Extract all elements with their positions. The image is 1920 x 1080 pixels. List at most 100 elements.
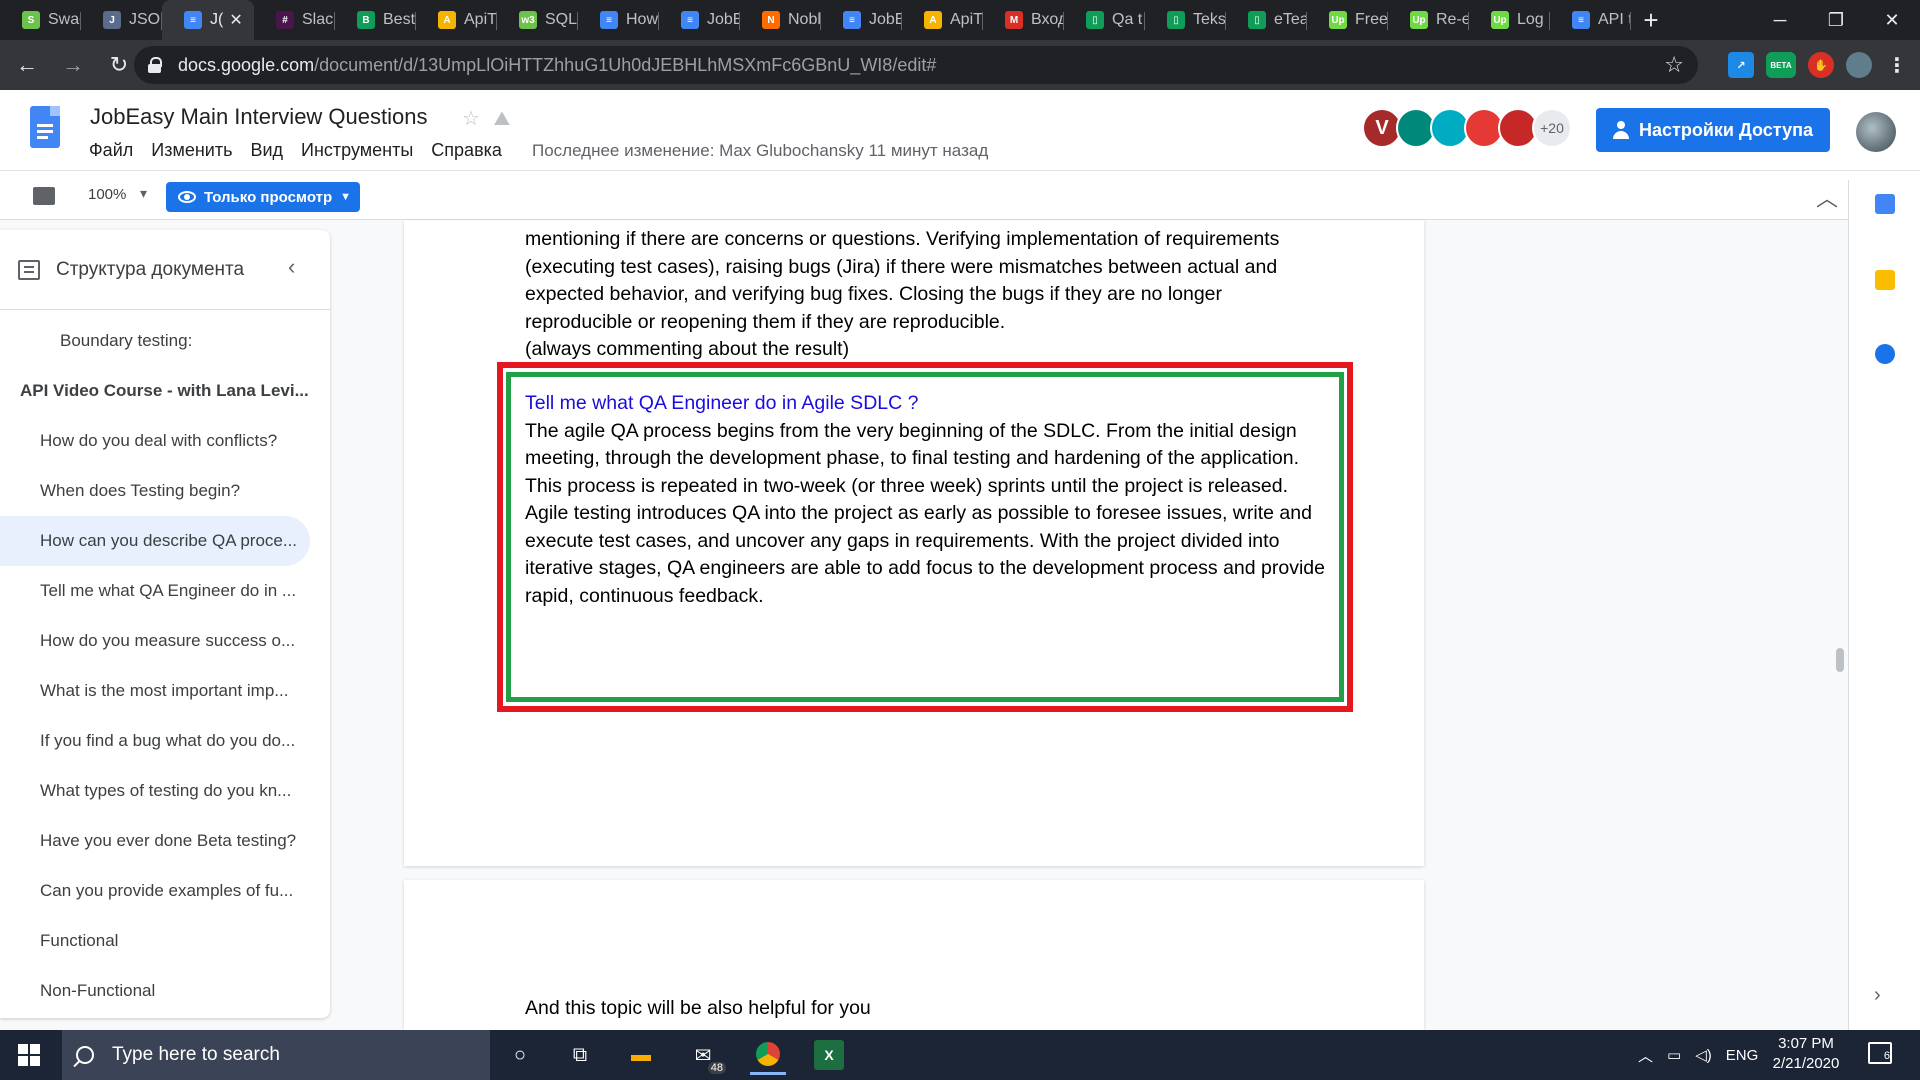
account-avatar[interactable] [1856, 112, 1896, 152]
outline-item[interactable]: When does Testing begin? [0, 466, 330, 516]
restore-icon[interactable]: ❐ [1808, 0, 1864, 40]
outline-item[interactable]: Have you ever done Beta testing? [0, 816, 330, 866]
menu-edit[interactable]: Изменить [151, 140, 232, 161]
scrollbar-thumb[interactable] [1836, 648, 1844, 672]
browser-tab[interactable]: A ApiT [416, 0, 497, 40]
windows-start-icon[interactable] [18, 1044, 40, 1066]
menu-tools[interactable]: Инструменты [301, 140, 413, 161]
outline-item[interactable]: How do you deal with conflicts? [0, 416, 330, 466]
minimize-icon[interactable]: ─ [1752, 0, 1808, 40]
more-collaborators-badge[interactable]: +20 [1532, 108, 1572, 148]
cortana-icon[interactable]: ○ [505, 1040, 535, 1070]
browser-tab[interactable]: # Slack [254, 0, 335, 40]
outline-item[interactable]: Can you provide examples of fu... [0, 866, 330, 916]
outline-item[interactable]: API Video Course - with Lana Levi... [0, 366, 330, 416]
tab-title: ApiT [464, 11, 497, 28]
outline-item[interactable]: Boundary testing: [0, 316, 330, 366]
outline-item[interactable]: How do you measure success o... [0, 616, 330, 666]
zoom-select[interactable]: 100% [88, 186, 126, 203]
menu-view[interactable]: Вид [250, 140, 283, 161]
question-heading[interactable]: Tell me what QA Engineer do in Agile SDL… [525, 390, 1325, 418]
network-icon[interactable]: ▭ [1667, 1046, 1681, 1064]
chevron-down-icon[interactable]: ▾ [140, 185, 147, 202]
clock[interactable]: 3:07 PM 2/21/2020 [1764, 1034, 1848, 1074]
browser-tab[interactable]: ≡ How [578, 0, 659, 40]
tab-close-icon[interactable]: ✕ [229, 10, 242, 30]
outline-item[interactable]: What types of testing do you kn... [0, 766, 330, 816]
profile-avatar[interactable] [1846, 52, 1872, 78]
browser-tab[interactable]: w3 SQL [497, 0, 578, 40]
keep-icon[interactable] [1875, 270, 1895, 290]
browser-tab[interactable]: Up Freel [1307, 0, 1388, 40]
chevron-left-icon[interactable]: ‹ [288, 254, 295, 280]
calendar-icon[interactable] [1875, 194, 1895, 214]
browser-tab[interactable]: J JSON [81, 0, 162, 40]
outline-item[interactable]: If you find a bug what do you do... [0, 716, 330, 766]
kebab-menu-icon[interactable]: ⋮ [1884, 52, 1910, 78]
address-bar[interactable]: docs.google.com/document/d/13UmpLlOiHTTZ… [134, 46, 1698, 84]
share-button[interactable]: Настройки Доступа [1596, 108, 1830, 152]
browser-tab[interactable]: ▯ Qa t [1064, 0, 1145, 40]
tab-title: API t [1598, 11, 1631, 28]
collaborator-avatars: V +20 [1362, 108, 1572, 148]
chevron-up-tray-icon[interactable]: ︿ [1638, 1045, 1653, 1066]
language-indicator[interactable]: ENG [1726, 1047, 1759, 1064]
docs-logo-icon[interactable] [30, 106, 60, 148]
extension-beta-icon[interactable]: BETA [1766, 52, 1796, 78]
tab-favicon-icon: ▯ [1167, 11, 1185, 29]
caret-down-icon: ▼ [340, 191, 352, 203]
outline-item[interactable]: How can you describe QA proce... [0, 516, 310, 566]
browser-tab[interactable]: ≡ JobE [659, 0, 740, 40]
browser-tab[interactable]: Up Log [1469, 0, 1550, 40]
tab-title: Slack [302, 11, 335, 28]
menu-file[interactable]: Файл [89, 140, 133, 161]
browser-tab[interactable]: M Вход [983, 0, 1064, 40]
bookmark-star-icon[interactable]: ☆ [1664, 52, 1684, 78]
chevron-up-icon[interactable]: ︿ [1816, 181, 1838, 213]
view-mode-button[interactable]: Только просмотр ▼ [166, 182, 360, 212]
excel-icon[interactable]: X [814, 1040, 844, 1070]
document-title[interactable]: JobEasy Main Interview Questions [90, 104, 428, 130]
taskbar: Type here to search ○ ⧉ ▬ ✉ 48 X ︿ ▭ ◁) E… [0, 1030, 1920, 1080]
browser-tab[interactable]: B Best [335, 0, 416, 40]
task-view-icon[interactable]: ⧉ [565, 1040, 595, 1070]
reload-icon[interactable]: ↻ [100, 46, 138, 84]
print-icon[interactable] [33, 187, 55, 205]
outline-item[interactable]: Non-Functional [0, 966, 330, 1016]
browser-tab[interactable]: ▯ eTea [1226, 0, 1307, 40]
browser-tab[interactable]: ≡ JobE [821, 0, 902, 40]
browser-tab[interactable]: A ApiT [902, 0, 983, 40]
forward-arrow-icon[interactable]: → [54, 46, 92, 84]
extension-shield-icon[interactable]: ✋ [1808, 52, 1834, 78]
taskbar-search[interactable]: Type here to search [62, 1030, 490, 1080]
outline-item[interactable]: What is the most important imp... [0, 666, 330, 716]
tasks-icon[interactable] [1875, 344, 1895, 364]
lock-icon [148, 57, 162, 73]
browser-tab[interactable]: ▯ Tekst [1145, 0, 1226, 40]
chrome-icon[interactable] [750, 1035, 786, 1075]
browser-tab[interactable]: Up Re-e [1388, 0, 1469, 40]
star-icon[interactable]: ☆ [462, 108, 480, 130]
outline-item[interactable]: Functional [0, 916, 330, 966]
volume-icon[interactable]: ◁) [1695, 1046, 1712, 1064]
drive-icon[interactable]: ⛰ [494, 108, 511, 130]
clock-time: 3:07 PM [1778, 1035, 1834, 1052]
notification-icon[interactable]: 6 [1868, 1042, 1892, 1064]
menu-help[interactable]: Справка [431, 140, 502, 161]
chevron-right-icon[interactable]: › [1874, 984, 1881, 1007]
tab-favicon-icon: Up [1410, 11, 1428, 29]
extension-share-icon[interactable]: ↗ [1728, 52, 1754, 78]
last-edit-link[interactable]: Последнее изменение: Max Glubochansky 11… [532, 141, 988, 161]
tab-title: JSON [129, 11, 162, 28]
new-tab-button[interactable]: + [1631, 0, 1671, 40]
file-explorer-icon[interactable]: ▬ [626, 1040, 656, 1070]
back-arrow-icon[interactable]: ← [8, 46, 46, 84]
browser-tab[interactable]: N Nobl [740, 0, 821, 40]
mail-icon[interactable]: ✉ 48 [688, 1040, 726, 1074]
close-window-icon[interactable]: ✕ [1864, 0, 1920, 40]
tab-title: Best [383, 11, 416, 28]
browser-tab[interactable]: ≡ API t [1550, 0, 1631, 40]
browser-tab[interactable]: ≡ J(✕ [162, 0, 254, 40]
outline-item[interactable]: Tell me what QA Engineer do in ... [0, 566, 330, 616]
browser-tab[interactable]: S Swag [0, 0, 81, 40]
